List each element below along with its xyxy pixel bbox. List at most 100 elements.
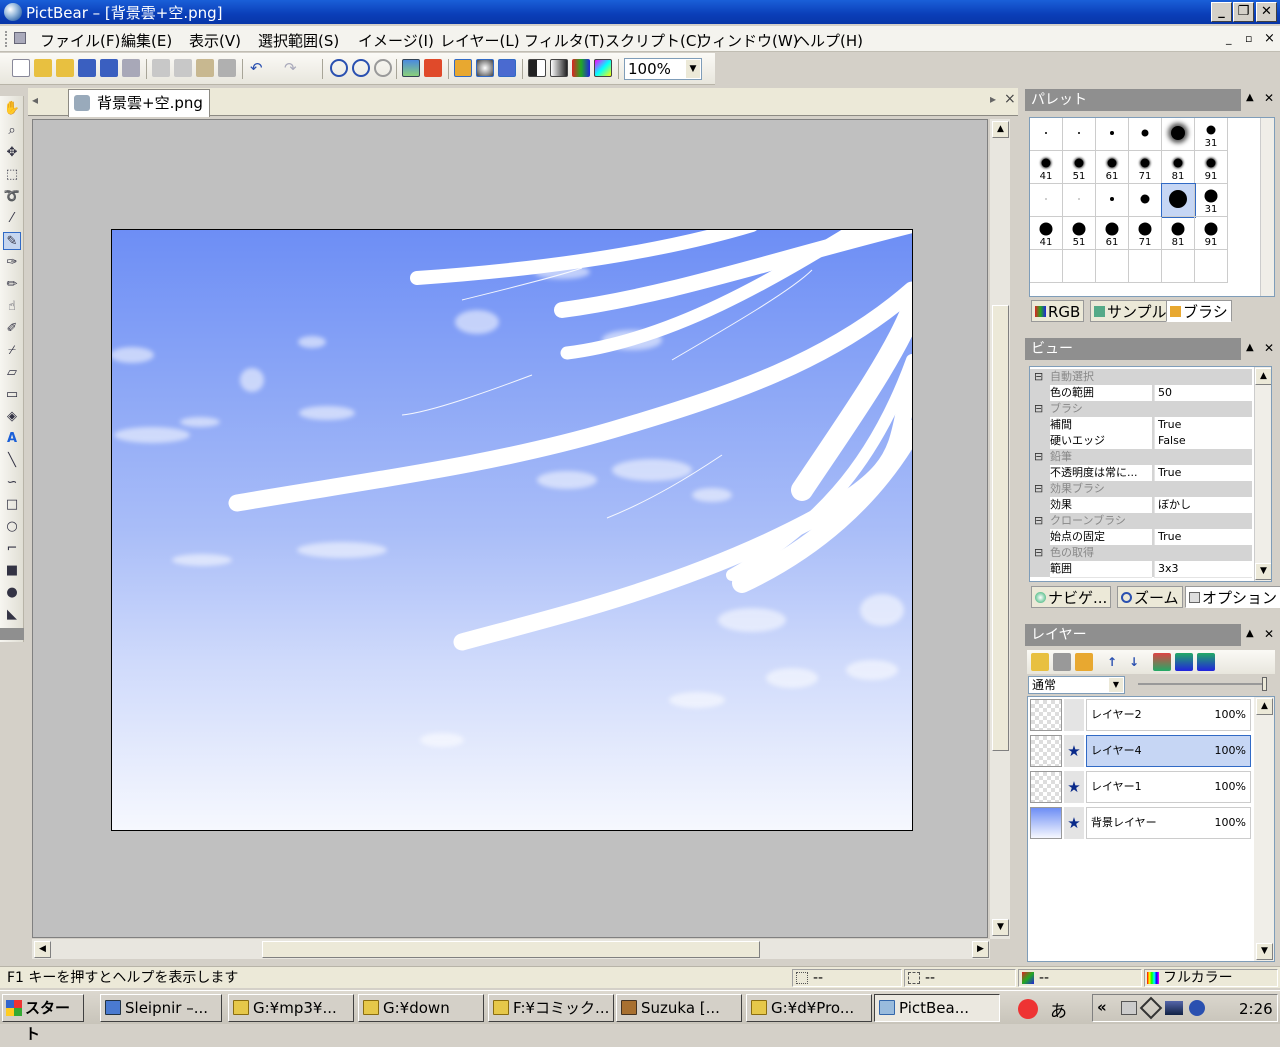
open-folder-icon[interactable] bbox=[34, 59, 52, 77]
messenger-icon[interactable] bbox=[1189, 1000, 1205, 1016]
collapse-icon[interactable]: ⊟ bbox=[1034, 481, 1043, 497]
polygon-tool-icon[interactable]: ⌐ bbox=[3, 540, 21, 558]
filled-ellipse-tool-icon[interactable]: ● bbox=[3, 584, 21, 602]
ime-mode[interactable]: あ bbox=[1050, 997, 1067, 1022]
zoom-select[interactable]: 100% ▼ bbox=[624, 58, 702, 80]
brush-preset[interactable]: 41 bbox=[1030, 217, 1063, 250]
brush-preset-empty[interactable] bbox=[1162, 250, 1195, 283]
menu-image[interactable]: イメージ(I) bbox=[358, 30, 434, 51]
image-window-icon[interactable] bbox=[402, 59, 420, 77]
collapse-icon[interactable]: ⊟ bbox=[1034, 513, 1043, 529]
hand-tool-icon[interactable]: ✋ bbox=[3, 100, 21, 118]
brush-preset[interactable] bbox=[1096, 184, 1129, 217]
layers-toggle-icon[interactable] bbox=[498, 59, 516, 77]
tab-scroll-right-icon[interactable]: ▸ bbox=[990, 92, 996, 106]
blend-mode-select[interactable]: 通常 ▼ bbox=[1028, 676, 1125, 694]
menu-file[interactable]: ファイル(F) bbox=[40, 30, 120, 51]
task-sleipnir[interactable]: Sleipnir –... bbox=[100, 994, 222, 1022]
flatten-icon[interactable] bbox=[1197, 653, 1215, 671]
property-row[interactable]: 効果 ぼかし bbox=[1030, 497, 1252, 514]
new-layer-icon[interactable] bbox=[1031, 653, 1049, 671]
eraser-tool-icon[interactable]: ▱ bbox=[3, 364, 21, 382]
rectangle-tool-icon[interactable]: □ bbox=[3, 496, 21, 514]
palette-panel-title[interactable]: パレット bbox=[1025, 89, 1241, 111]
merge-visible-icon[interactable] bbox=[1175, 653, 1193, 671]
save-icon[interactable] bbox=[78, 59, 96, 77]
task-pictbear[interactable]: PictBea... bbox=[874, 994, 1000, 1022]
brush-preset[interactable] bbox=[1129, 118, 1162, 151]
tab-zoom[interactable]: ズーム bbox=[1117, 586, 1183, 608]
tab-sample[interactable]: サンプル bbox=[1090, 300, 1171, 322]
property-scroll-up-icon[interactable]: ▲ bbox=[1255, 368, 1271, 385]
tab-brush[interactable]: ブラシ bbox=[1166, 300, 1232, 322]
color-balance-icon[interactable] bbox=[572, 59, 590, 77]
property-value[interactable]: True bbox=[1154, 465, 1252, 482]
palette-scrollbar[interactable] bbox=[1260, 118, 1274, 296]
property-row[interactable]: 色の範囲 50 bbox=[1030, 385, 1252, 402]
property-value[interactable]: ぼかし bbox=[1154, 497, 1252, 514]
scroll-down-icon[interactable]: ▼ bbox=[992, 919, 1009, 936]
menu-filter[interactable]: フィルタ(T) bbox=[524, 30, 605, 51]
menu-help[interactable]: ヘルプ(H) bbox=[795, 30, 863, 51]
layer-opacity-slider[interactable] bbox=[1138, 683, 1266, 685]
close-button[interactable]: ✕ bbox=[1256, 2, 1277, 22]
layer-scroll-down-icon[interactable]: ▼ bbox=[1256, 943, 1273, 960]
camera-icon[interactable] bbox=[1121, 1001, 1137, 1015]
filled-polygon-tool-icon[interactable]: ◣ bbox=[3, 606, 21, 624]
tab-close-icon[interactable]: × bbox=[1004, 91, 1016, 107]
menu-window[interactable]: ウィンドウ(W) bbox=[697, 30, 799, 51]
brush-preset[interactable]: 81 bbox=[1162, 217, 1195, 250]
start-button[interactable]: スタート bbox=[2, 994, 84, 1043]
menubar-grip[interactable] bbox=[5, 31, 8, 47]
brush-preset[interactable] bbox=[1030, 118, 1063, 151]
undo-icon[interactable]: ↶ bbox=[250, 59, 268, 77]
print-icon[interactable] bbox=[122, 59, 140, 77]
move-tool-icon[interactable]: ✥ bbox=[3, 144, 21, 162]
brush-preset[interactable]: 71 bbox=[1129, 151, 1162, 184]
tab-navigator[interactable]: ナビゲ... bbox=[1031, 586, 1112, 608]
brush-preset[interactable] bbox=[1129, 184, 1162, 217]
property-value[interactable]: 3x3 bbox=[1154, 561, 1252, 578]
menu-layer[interactable]: レイヤー(L) bbox=[440, 30, 520, 51]
minimize-button[interactable]: _ bbox=[1211, 2, 1232, 22]
property-row[interactable]: 始点の固定 True bbox=[1030, 529, 1252, 546]
brush-preset[interactable] bbox=[1063, 184, 1096, 217]
merge-down-icon[interactable] bbox=[1153, 653, 1171, 671]
brush-preset[interactable]: 61 bbox=[1096, 151, 1129, 184]
layer-scroll-up-icon[interactable]: ▲ bbox=[1256, 698, 1273, 715]
maximize-button[interactable]: ❐ bbox=[1233, 2, 1254, 22]
brush-preset[interactable] bbox=[1161, 183, 1196, 218]
tab-document[interactable]: 背景雲+空.png bbox=[68, 89, 210, 117]
doc-restore-button[interactable]: ▫ bbox=[1245, 32, 1252, 45]
task-folder-comic[interactable]: F:¥コミック... bbox=[488, 994, 614, 1022]
brush-preset[interactable]: 51 bbox=[1063, 217, 1096, 250]
color-picker-icon[interactable] bbox=[594, 59, 612, 77]
horizontal-scroll-thumb[interactable] bbox=[262, 941, 760, 958]
paste-icon[interactable] bbox=[196, 59, 214, 77]
layer-row[interactable]: ★ レイヤー1 100% bbox=[1029, 770, 1252, 804]
collapse-icon[interactable]: ⊟ bbox=[1034, 545, 1043, 561]
text-tool-icon[interactable]: A bbox=[3, 430, 21, 448]
layer-panel-title[interactable]: レイヤー bbox=[1025, 624, 1241, 646]
property-row[interactable]: 硬いエッジ False bbox=[1030, 433, 1252, 450]
monitor-icon[interactable] bbox=[1165, 1001, 1183, 1015]
brush-preset-empty[interactable] bbox=[1129, 250, 1162, 283]
brush-preset[interactable]: 81 bbox=[1162, 151, 1195, 184]
layer-up-icon[interactable]: ↑ bbox=[1103, 653, 1121, 671]
brush-preset[interactable] bbox=[1030, 184, 1063, 217]
scroll-up-icon[interactable]: ▲ bbox=[992, 121, 1009, 138]
magic-wand-tool-icon[interactable]: ⁄ bbox=[3, 210, 21, 228]
brush-preset[interactable] bbox=[1162, 118, 1195, 151]
pencil-tool-icon[interactable]: ✏ bbox=[3, 276, 21, 294]
property-category[interactable]: ⊟ ブラシ bbox=[1030, 401, 1252, 417]
view-panel-collapse-icon[interactable]: ▲ bbox=[1246, 342, 1254, 353]
navigator-toggle-icon[interactable] bbox=[476, 59, 494, 77]
property-value[interactable]: True bbox=[1154, 417, 1252, 434]
doc-minimize-button[interactable]: _ bbox=[1226, 32, 1232, 45]
tab-rgb[interactable]: RGB bbox=[1031, 300, 1085, 322]
zoom-in-icon[interactable] bbox=[330, 59, 348, 77]
collapse-icon[interactable]: ⊟ bbox=[1034, 369, 1043, 385]
gradient-tool-icon[interactable]: ▭ bbox=[3, 386, 21, 404]
image-canvas[interactable] bbox=[111, 229, 913, 831]
task-folder-mp3[interactable]: G:¥mp3¥... bbox=[228, 994, 354, 1022]
